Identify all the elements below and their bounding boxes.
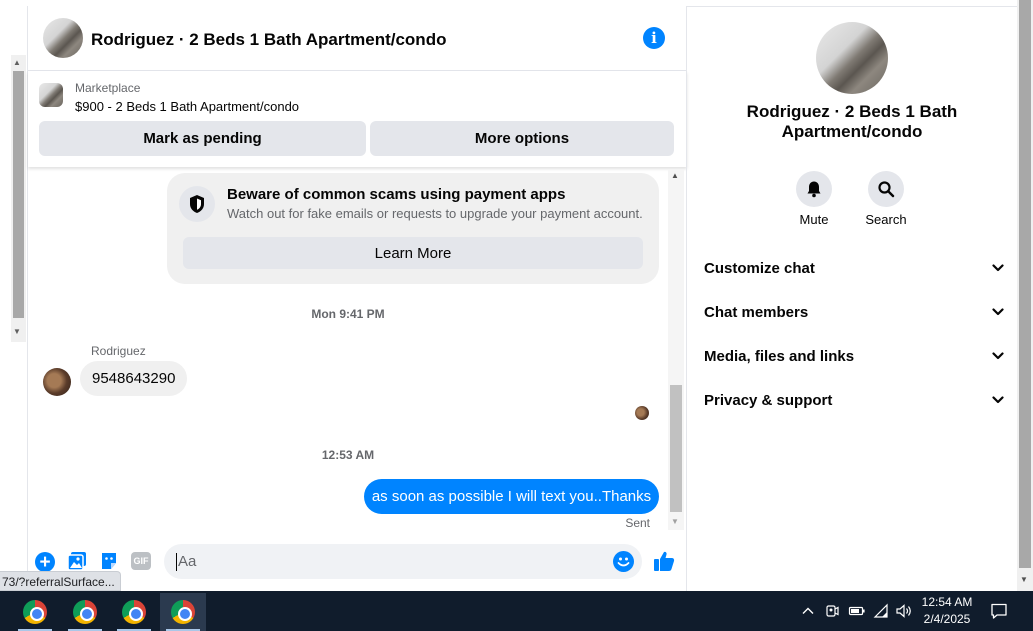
chevron-down-icon — [992, 396, 1004, 404]
gif-label: GIF — [133, 556, 149, 566]
page-scroll-down-arrow[interactable]: ▼ — [1020, 575, 1028, 584]
chat-header: Rodriguez · 2 Beds 1 Bath Apartment/cond… — [28, 6, 687, 71]
chat-scrollbar[interactable]: ▲ ▼ — [668, 170, 684, 530]
shield-icon — [190, 195, 204, 213]
photo-icon[interactable] — [67, 551, 87, 571]
chevron-down-icon — [992, 264, 1004, 272]
sender-name: Rodriguez — [91, 344, 146, 358]
gif-icon[interactable]: GIF — [131, 552, 151, 570]
chrome-profile-3-button[interactable] — [111, 593, 157, 631]
chat-scroll-up-arrow[interactable]: ▲ — [671, 171, 679, 180]
clock-date: 2/4/2025 — [923, 612, 971, 626]
panel-divider — [686, 6, 687, 591]
input-cursor — [176, 553, 177, 571]
mark-pending-button[interactable]: Mark as pending — [39, 121, 366, 156]
bell-icon-circle — [796, 171, 832, 207]
chevron-down-icon — [992, 352, 1004, 360]
shield-icon-circle — [179, 186, 215, 222]
chrome-icon — [23, 600, 47, 624]
privacy-support-label: Privacy & support — [704, 391, 833, 409]
emoji-icon[interactable] — [613, 551, 634, 572]
listing-avatar[interactable] — [43, 18, 83, 58]
chat-members-label: Chat members — [704, 303, 809, 321]
customize-chat-label: Customize chat — [704, 259, 815, 277]
media-files-links-label: Media, files and links — [704, 347, 855, 365]
search-icon-circle — [868, 171, 904, 207]
chrome-profile-a-button[interactable] — [12, 593, 58, 631]
chrome-icon — [73, 600, 97, 624]
outgoing-message-bubble[interactable]: as soon as possible I will text you..Tha… — [364, 479, 659, 514]
notification-icon[interactable] — [990, 602, 1008, 620]
chrome-icon — [122, 600, 146, 624]
privacy-support-row[interactable]: Privacy & support — [704, 385, 1004, 415]
search-label: Search — [865, 212, 907, 227]
tray-overflow-icon[interactable] — [800, 603, 816, 619]
chat-members-row[interactable]: Chat members — [704, 297, 1004, 327]
listing-card: Marketplace $900 - 2 Beds 1 Bath Apartme… — [28, 71, 687, 167]
scroll-up-arrow[interactable]: ▲ — [13, 58, 21, 67]
more-options-button[interactable]: More options — [370, 121, 674, 156]
chevron-down-icon — [992, 308, 1004, 316]
scroll-thumb[interactable] — [13, 71, 24, 318]
listing-thumbnail[interactable] — [39, 83, 63, 107]
chat-title[interactable]: Rodriguez · 2 Beds 1 Bath Apartment/cond… — [91, 30, 446, 50]
mute-label: Mute — [799, 212, 829, 227]
outgoing-message-text: as soon as possible I will text you..Tha… — [371, 488, 652, 505]
scam-notice-body: Watch out for fake emails or requests to… — [227, 206, 643, 221]
scam-notice: Beware of common scams using payment app… — [167, 173, 659, 284]
wifi-icon[interactable] — [873, 603, 889, 619]
scroll-down-arrow[interactable]: ▼ — [13, 327, 21, 336]
panel-title: Rodriguez · 2 Beds 1 Bath Apartment/cond… — [746, 102, 958, 141]
message-timestamp: Mon 9:41 PM — [311, 307, 385, 321]
chat-scroll-down-arrow[interactable]: ▼ — [671, 517, 679, 526]
listing-price-title[interactable]: $900 - 2 Beds 1 Bath Apartment/condo — [75, 99, 299, 114]
incoming-message-bubble[interactable]: 9548643290 — [80, 361, 188, 396]
status-url: 73/?referralSurface... — [0, 571, 121, 591]
info-icon[interactable]: i — [643, 27, 665, 49]
clock-time: 12:54 AM — [921, 595, 973, 609]
message-status: Sent — [625, 516, 650, 530]
customize-chat-row[interactable]: Customize chat — [704, 253, 1004, 283]
incoming-message-text: 9548643290 — [92, 370, 176, 387]
like-thumb-icon[interactable] — [652, 549, 676, 573]
read-receipt-avatar — [635, 406, 649, 420]
scam-notice-title: Beware of common scams using payment app… — [227, 186, 566, 203]
chat-scroll-thumb[interactable] — [670, 385, 682, 512]
panel-avatar[interactable] — [816, 22, 888, 94]
listing-category: Marketplace — [75, 81, 141, 95]
search-button[interactable]: Search — [862, 170, 910, 230]
add-plus-icon[interactable]: + — [35, 552, 55, 572]
sticker-icon[interactable] — [99, 551, 119, 571]
sender-avatar[interactable] — [43, 368, 71, 396]
chrome-profile-4-button[interactable] — [160, 593, 206, 631]
chrome-icon — [171, 600, 195, 624]
chrome-profile-2-button[interactable] — [62, 593, 108, 631]
bell-icon — [807, 181, 821, 198]
page-scroll-thumb[interactable] — [1019, 0, 1031, 568]
meet-camera-icon[interactable] — [824, 603, 840, 619]
mute-button[interactable]: Mute — [790, 170, 838, 230]
media-files-links-row[interactable]: Media, files and links — [704, 341, 1004, 371]
message-input-placeholder: Aa — [178, 553, 197, 570]
message-input[interactable]: Aa — [164, 544, 642, 579]
battery-icon[interactable] — [848, 603, 866, 619]
page-scrollbar[interactable]: ▼ — [1017, 0, 1033, 591]
volume-icon[interactable] — [895, 603, 913, 619]
outer-scrollbar[interactable]: ▲ ▼ — [11, 55, 26, 342]
message-timestamp-2: 12:53 AM — [321, 448, 375, 462]
messenger-window: ▲ ▼ Rodriguez · 2 Beds 1 Bath Apartment/… — [0, 0, 1033, 631]
learn-more-button[interactable]: Learn More — [183, 237, 643, 269]
clock[interactable]: 12:54 AM 2/4/2025 — [914, 594, 980, 630]
search-icon — [878, 181, 895, 198]
